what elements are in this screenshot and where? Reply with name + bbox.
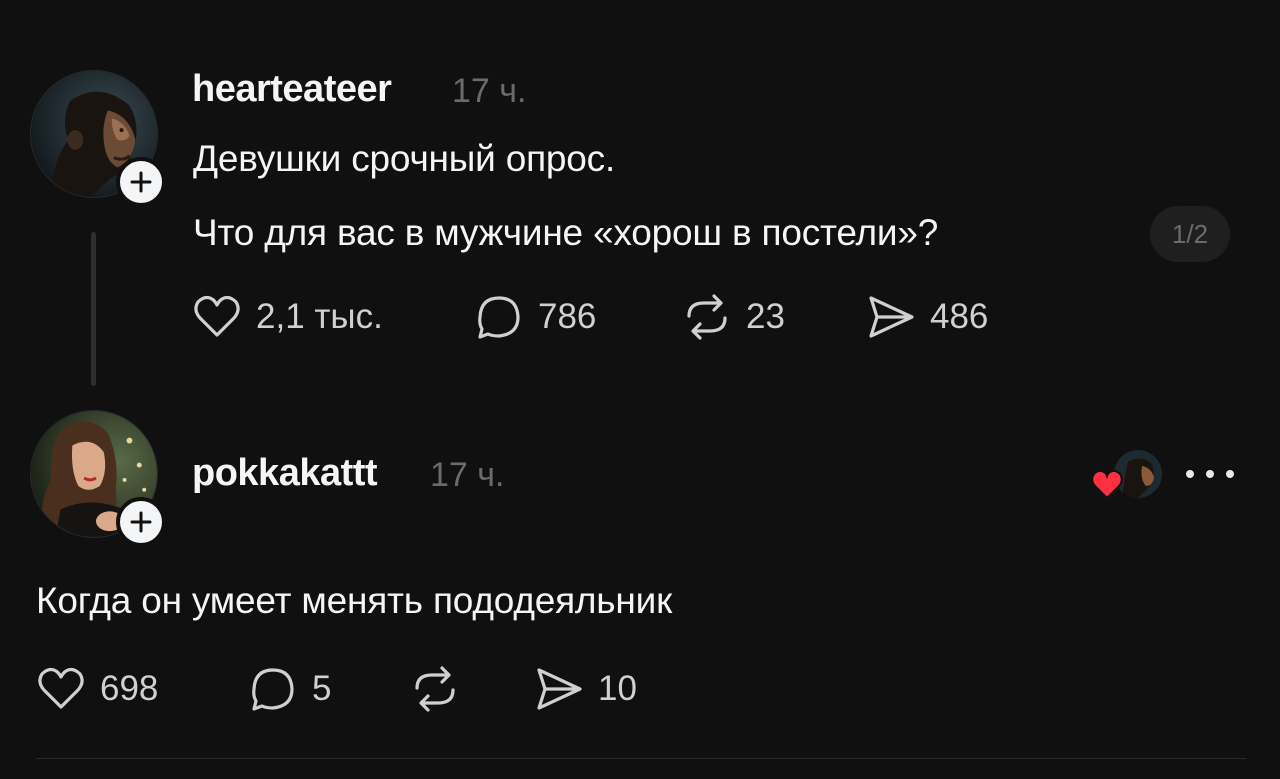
heart-icon xyxy=(38,667,84,709)
thread-divider xyxy=(36,758,1246,759)
post-share-count: 486 xyxy=(930,297,989,336)
post-text-line-2: Что для вас в мужчине «хорош в постели»? xyxy=(193,212,939,253)
repost-arrows-icon xyxy=(687,294,727,340)
reply-comment-count: 5 xyxy=(312,669,332,708)
post-repost-button[interactable]: 23 xyxy=(680,290,785,344)
post-comment-count: 786 xyxy=(538,297,597,336)
comment-bubble-icon xyxy=(478,296,520,339)
more-dot-icon xyxy=(1206,470,1214,478)
page-indicator-badge[interactable]: 1/2 xyxy=(1150,206,1230,262)
reply-username[interactable]: pokkakattt xyxy=(192,452,378,495)
liked-heart-badge xyxy=(1090,468,1124,500)
send-arrow-icon xyxy=(869,296,914,338)
reply-timestamp: 17 ч. xyxy=(430,456,505,494)
reply-text: Когда он умеет менять пододеяльник xyxy=(36,580,673,621)
send-arrow-icon xyxy=(537,668,582,710)
reply-like-count: 698 xyxy=(100,669,159,708)
reply-repost-button[interactable] xyxy=(408,662,474,716)
plus-icon xyxy=(130,171,152,193)
reply-share-button[interactable]: 10 xyxy=(532,662,637,716)
post-like-count: 2,1 тыс. xyxy=(256,297,383,336)
thread-connector-line xyxy=(91,232,96,386)
post-like-button[interactable]: 2,1 тыс. xyxy=(190,290,383,344)
heart-icon xyxy=(194,295,240,337)
more-dot-icon xyxy=(1226,470,1234,478)
post-repost-count: 23 xyxy=(746,297,785,336)
reply-like-button[interactable]: 698 xyxy=(34,662,158,716)
follow-button-reply-author[interactable] xyxy=(116,497,166,547)
reply-comment-button[interactable]: 5 xyxy=(246,662,331,716)
post-timestamp: 17 ч. xyxy=(452,72,527,110)
plus-icon xyxy=(130,511,152,533)
repost-arrows-icon xyxy=(415,666,455,712)
liked-by-author-indicator xyxy=(1090,448,1164,500)
post-username[interactable]: hearteateer xyxy=(192,68,392,111)
reply-share-count: 10 xyxy=(598,669,637,708)
more-dot-icon xyxy=(1186,470,1194,478)
comment-bubble-icon xyxy=(252,668,294,711)
post-share-button[interactable]: 486 xyxy=(864,290,988,344)
heart-icon xyxy=(1091,469,1123,500)
post-comment-button[interactable]: 786 xyxy=(472,290,596,344)
post-text-line-1: Девушки срочный опрос. xyxy=(193,138,616,179)
more-options-button[interactable] xyxy=(1186,462,1234,486)
follow-button-post-author[interactable] xyxy=(116,157,166,207)
